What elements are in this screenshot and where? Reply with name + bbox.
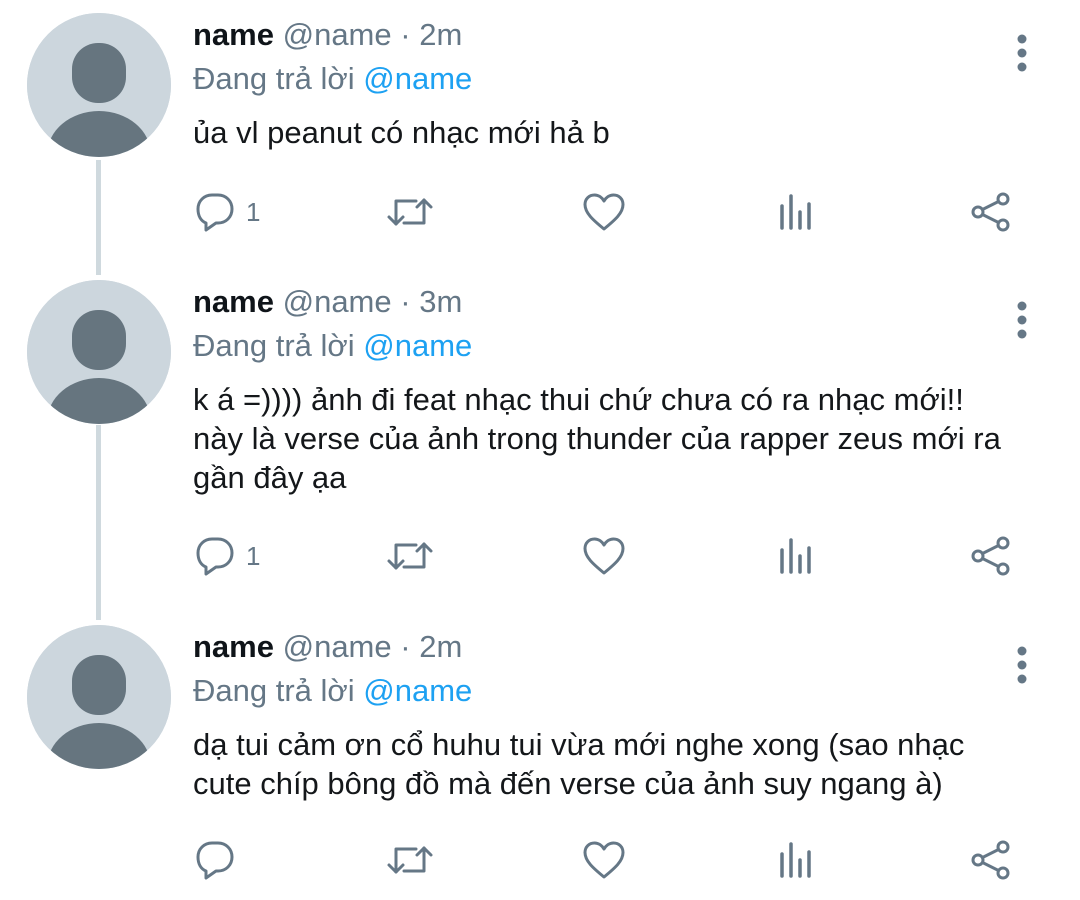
more-vertical-icon: [1017, 34, 1027, 72]
like-button[interactable]: [582, 531, 626, 581]
more-vertical-icon: [1017, 301, 1027, 339]
reply-button[interactable]: 1: [194, 187, 260, 237]
default-avatar-icon: [27, 280, 171, 424]
tweet-actions: 1: [0, 531, 1080, 581]
share-icon: [971, 536, 1010, 576]
share-button[interactable]: [970, 531, 1012, 581]
reply-icon: [196, 537, 234, 576]
analytics-icon: [780, 842, 811, 878]
tweet-text: ủa vl peanut có nhạc mới hả b: [193, 113, 1043, 152]
tweet-actions: [0, 835, 1080, 885]
author-name[interactable]: name: [193, 17, 274, 52]
like-icon: [583, 537, 625, 575]
like-button[interactable]: [582, 187, 626, 237]
reply-icon: [196, 841, 234, 880]
more-options-button[interactable]: [1005, 300, 1039, 340]
avatar[interactable]: [27, 280, 171, 424]
retweet-button[interactable]: [386, 531, 434, 581]
reply-prefix: Đang trả lời: [193, 328, 355, 363]
author-handle[interactable]: @name: [283, 629, 392, 664]
default-avatar-icon: [27, 625, 171, 769]
author-handle[interactable]: @name: [283, 17, 392, 52]
tweet-text-line: cute chíp bông đồ mà đến verse của ảnh s…: [193, 766, 943, 801]
tweet-text: dạ tui cảm ơn cổ huhu tui vừa mới nghe x…: [193, 725, 1043, 803]
share-icon: [971, 192, 1010, 232]
more-options-button[interactable]: [1005, 645, 1039, 685]
avatar[interactable]: [27, 625, 171, 769]
retweet-icon: [387, 198, 433, 226]
avatar[interactable]: [27, 13, 171, 157]
author-handle[interactable]: @name: [283, 284, 392, 319]
tweet-text-line: ủa vl peanut có nhạc mới hả b: [193, 115, 610, 150]
reply-to-handle[interactable]: @name: [363, 61, 472, 96]
analytics-button[interactable]: [778, 531, 816, 581]
tweet-actions: 1: [0, 187, 1080, 237]
retweet-button[interactable]: [386, 835, 434, 885]
reply-to-handle[interactable]: @name: [363, 328, 472, 363]
separator: ·: [400, 284, 411, 319]
retweet-icon: [387, 542, 433, 570]
reply-prefix: Đang trả lời: [193, 61, 355, 96]
tweet-text-line: này là verse của ảnh trong thunder của r…: [193, 421, 1001, 456]
like-icon: [583, 193, 625, 231]
share-icon: [971, 840, 1010, 880]
timestamp[interactable]: 2m: [419, 17, 462, 52]
separator: ·: [400, 17, 411, 52]
thread-line: [96, 425, 101, 620]
author-name[interactable]: name: [193, 284, 274, 319]
tweet-text-line: dạ tui cảm ơn cổ huhu tui vừa mới nghe x…: [193, 727, 965, 762]
retweet-button[interactable]: [386, 187, 434, 237]
retweet-icon: [387, 846, 433, 874]
analytics-button[interactable]: [778, 835, 816, 885]
timestamp[interactable]: 3m: [419, 284, 462, 319]
reply-icon: [196, 193, 234, 232]
analytics-icon: [780, 538, 811, 574]
share-button[interactable]: [970, 835, 1012, 885]
separator: ·: [400, 629, 411, 664]
analytics-button[interactable]: [778, 187, 816, 237]
reply-count: 1: [246, 196, 261, 227]
analytics-icon: [780, 194, 811, 230]
reply-to-handle[interactable]: @name: [363, 673, 472, 708]
tweet-text-line: gần đây ạa: [193, 460, 347, 495]
tweet-text-line: k á =)))) ảnh đi feat nhạc thui chứ chưa…: [193, 382, 964, 417]
reply-count: 1: [246, 540, 261, 571]
tweet-text: k á =)))) ảnh đi feat nhạc thui chứ chưa…: [193, 380, 1043, 497]
more-vertical-icon: [1017, 646, 1027, 684]
like-button[interactable]: [582, 835, 626, 885]
like-icon: [583, 841, 625, 879]
reply-button[interactable]: [194, 835, 246, 885]
reply-button[interactable]: 1: [194, 531, 260, 581]
timestamp[interactable]: 2m: [419, 629, 462, 664]
default-avatar-icon: [27, 13, 171, 157]
author-name[interactable]: name: [193, 629, 274, 664]
reply-prefix: Đang trả lời: [193, 673, 355, 708]
share-button[interactable]: [970, 187, 1012, 237]
more-options-button[interactable]: [1005, 33, 1039, 73]
